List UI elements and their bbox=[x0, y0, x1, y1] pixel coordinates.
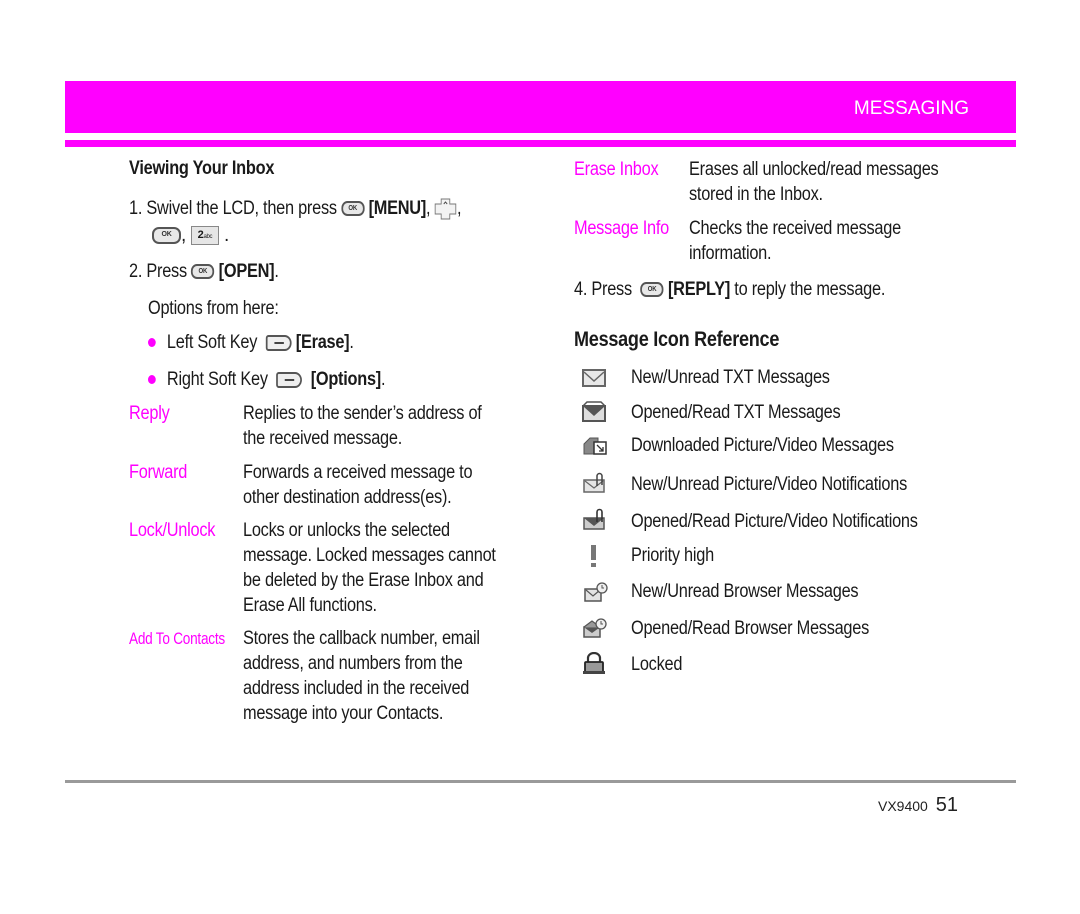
step-2: 2. Press OK [OPEN]. bbox=[129, 261, 279, 282]
option-desc: stored in the Inbox. bbox=[689, 184, 823, 205]
model-name: VX9400 bbox=[878, 798, 928, 814]
right-soft-key-icon bbox=[276, 371, 303, 388]
step-4: 4. Press OK [REPLY] to reply the message… bbox=[574, 279, 886, 300]
option-desc: Locks or unlocks the selected bbox=[243, 520, 450, 541]
icon-label: Downloaded Picture/Video Messages bbox=[631, 435, 894, 456]
option-desc: Replies to the sender’s address of bbox=[243, 403, 482, 424]
option-desc: be deleted by the Erase Inbox and bbox=[243, 570, 484, 591]
option-desc: Forwards a received message to bbox=[243, 462, 473, 483]
option-desc: information. bbox=[689, 243, 772, 264]
page-number: 51 bbox=[935, 794, 958, 816]
page-footer: VX9400 51 bbox=[878, 794, 958, 817]
option-desc: Erase All functions. bbox=[243, 595, 377, 616]
browser-message-open-icon bbox=[583, 618, 607, 638]
envelope-clip-icon bbox=[583, 472, 605, 493]
option-desc: Stores the callback number, email bbox=[243, 628, 480, 649]
browser-message-icon bbox=[584, 582, 608, 602]
download-picture-icon bbox=[583, 437, 607, 455]
left-soft-key-icon bbox=[265, 334, 292, 351]
two-abc-key-icon: 2abc bbox=[190, 226, 219, 246]
ok-key-icon: OK bbox=[191, 264, 215, 280]
option-desc: other destination address(es). bbox=[243, 487, 452, 508]
priority-high-icon bbox=[591, 545, 596, 567]
envelope-open-icon bbox=[582, 401, 606, 422]
bullet-icon bbox=[148, 375, 156, 385]
bullet-icon bbox=[148, 338, 156, 348]
step-1-continued: OK, 2abc . bbox=[152, 223, 229, 248]
icon-reference-heading: Message Icon Reference bbox=[574, 328, 780, 351]
option-desc: the received message. bbox=[243, 428, 402, 449]
option-term: Forward bbox=[129, 462, 188, 483]
left-soft-key-item: Left Soft Key [Erase]. bbox=[148, 330, 387, 355]
option-term: Add To Contacts bbox=[129, 629, 225, 648]
lock-icon bbox=[583, 652, 605, 674]
icon-label: Opened/Read Browser Messages bbox=[631, 618, 870, 639]
ok-key-icon: OK bbox=[640, 282, 664, 298]
option-term: Erase Inbox bbox=[574, 159, 659, 180]
option-desc: Checks the received message bbox=[689, 218, 901, 239]
viewing-inbox-heading: Viewing Your Inbox bbox=[129, 158, 275, 179]
ok-key-icon: OK bbox=[152, 227, 181, 245]
option-desc: message. Locked messages cannot bbox=[243, 545, 496, 566]
option-term: Lock/Unlock bbox=[129, 520, 216, 541]
envelope-closed-icon bbox=[582, 369, 606, 387]
envelope-open-clip-icon bbox=[583, 508, 605, 530]
section-title: MESSAGING bbox=[853, 98, 969, 119]
step-1: 1. Swivel the LCD, then press OK [MENU],… bbox=[129, 198, 462, 220]
icon-label: New/Unread Browser Messages bbox=[631, 581, 859, 602]
options-intro: Options from here: bbox=[148, 298, 279, 319]
ok-key-icon: OK bbox=[341, 201, 365, 217]
icon-label: New/Unread TXT Messages bbox=[631, 367, 830, 388]
section-header-band: MESSAGING bbox=[65, 81, 1016, 133]
footer-divider bbox=[65, 780, 1016, 783]
icon-label: Opened/Read TXT Messages bbox=[631, 402, 841, 423]
option-term: Reply bbox=[129, 403, 170, 424]
header-divider bbox=[65, 140, 1016, 147]
option-desc: address, and numbers from the bbox=[243, 653, 463, 674]
icon-label: Opened/Read Picture/Video Notifications bbox=[631, 511, 918, 532]
icon-label: New/Unread Picture/Video Notifications bbox=[631, 474, 907, 495]
icon-label: Priority high bbox=[631, 545, 714, 566]
option-term: Message Info bbox=[574, 218, 670, 239]
nav-up-key-icon bbox=[435, 198, 457, 220]
option-desc: message into your Contacts. bbox=[243, 703, 444, 724]
option-desc: Erases all unlocked/read messages bbox=[689, 159, 939, 180]
option-desc: address included in the received bbox=[243, 678, 470, 699]
right-soft-key-item: Right Soft Key [Options]. bbox=[148, 367, 424, 392]
icon-label: Locked bbox=[631, 654, 683, 675]
